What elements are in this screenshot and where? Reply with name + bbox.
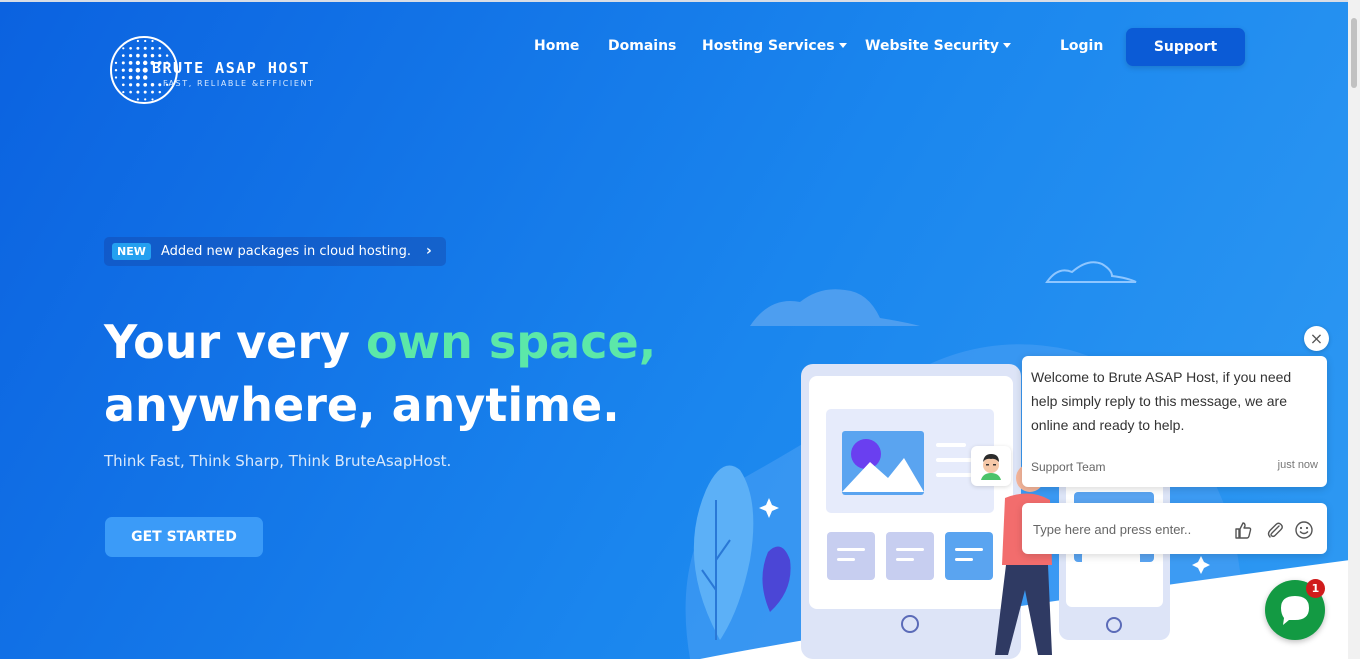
emoji-icon[interactable] — [1294, 520, 1314, 540]
scrollbar-thumb[interactable] — [1351, 18, 1357, 88]
chat-timestamp: just now — [1277, 459, 1318, 471]
chat-sender: Support Team — [1031, 460, 1106, 474]
thumbs-up-icon[interactable] — [1233, 520, 1253, 540]
chat-close-button[interactable]: × — [1304, 326, 1329, 351]
unread-count-badge: 1 — [1306, 579, 1325, 598]
phone-device — [1059, 470, 1170, 640]
cloud-icon — [750, 289, 920, 326]
cloud-outline-icon — [1045, 261, 1137, 283]
paperclip-icon[interactable] — [1265, 520, 1285, 540]
chat-message-input[interactable] — [1031, 516, 1230, 542]
hero-illustration — [685, 261, 1350, 659]
chat-message-bubble: Welcome to Brute ASAP Host, if you need … — [1022, 356, 1327, 487]
page-scrollbar[interactable] — [1348, 0, 1360, 659]
chat-input-panel — [1022, 503, 1327, 554]
support-agent-avatar — [971, 446, 1011, 486]
tablet-device — [801, 364, 1021, 659]
chat-message-text: Welcome to Brute ASAP Host, if you need … — [1031, 369, 1292, 433]
